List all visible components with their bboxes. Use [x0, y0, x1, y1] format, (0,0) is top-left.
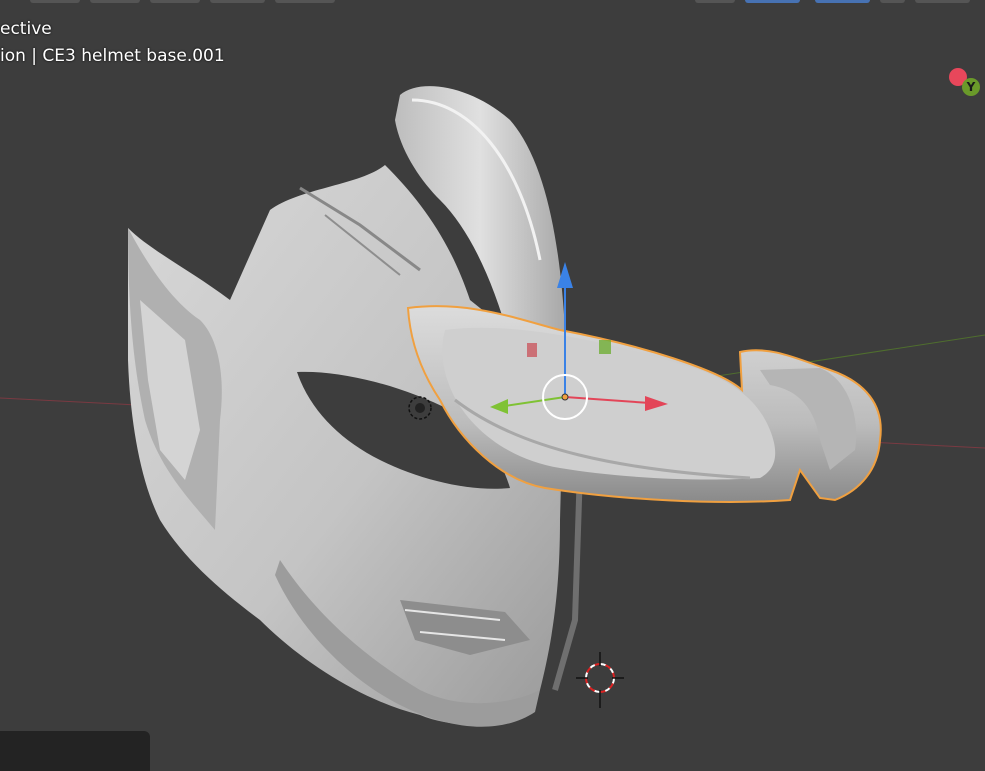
header-tab-3[interactable]: [150, 0, 200, 3]
header-tab-9[interactable]: [880, 0, 905, 3]
header-tab-5[interactable]: [275, 0, 335, 3]
nav-gizmo-y-icon[interactable]: Y: [962, 78, 980, 96]
header-tab-8[interactable]: [815, 0, 870, 3]
header-tab-6[interactable]: [695, 0, 735, 3]
yz-plane-handle[interactable]: [599, 340, 611, 354]
bottom-panel[interactable]: [0, 731, 150, 771]
object-info-label: ion | CE3 helmet base.001: [0, 46, 225, 66]
header-tab-4[interactable]: [210, 0, 265, 3]
header-tab-7[interactable]: [745, 0, 800, 3]
xz-plane-handle[interactable]: [527, 343, 537, 357]
viewport-canvas[interactable]: [0, 0, 985, 765]
view-mode-label: ective: [0, 19, 52, 39]
3d-viewport[interactable]: ective ion | CE3 helmet base.001 Y: [0, 0, 985, 771]
3d-cursor-icon[interactable]: [576, 652, 624, 708]
header-tab-1[interactable]: [30, 0, 80, 3]
object-origin: [561, 393, 569, 401]
header-tab-2[interactable]: [90, 0, 140, 3]
header-tab-10[interactable]: [915, 0, 970, 3]
